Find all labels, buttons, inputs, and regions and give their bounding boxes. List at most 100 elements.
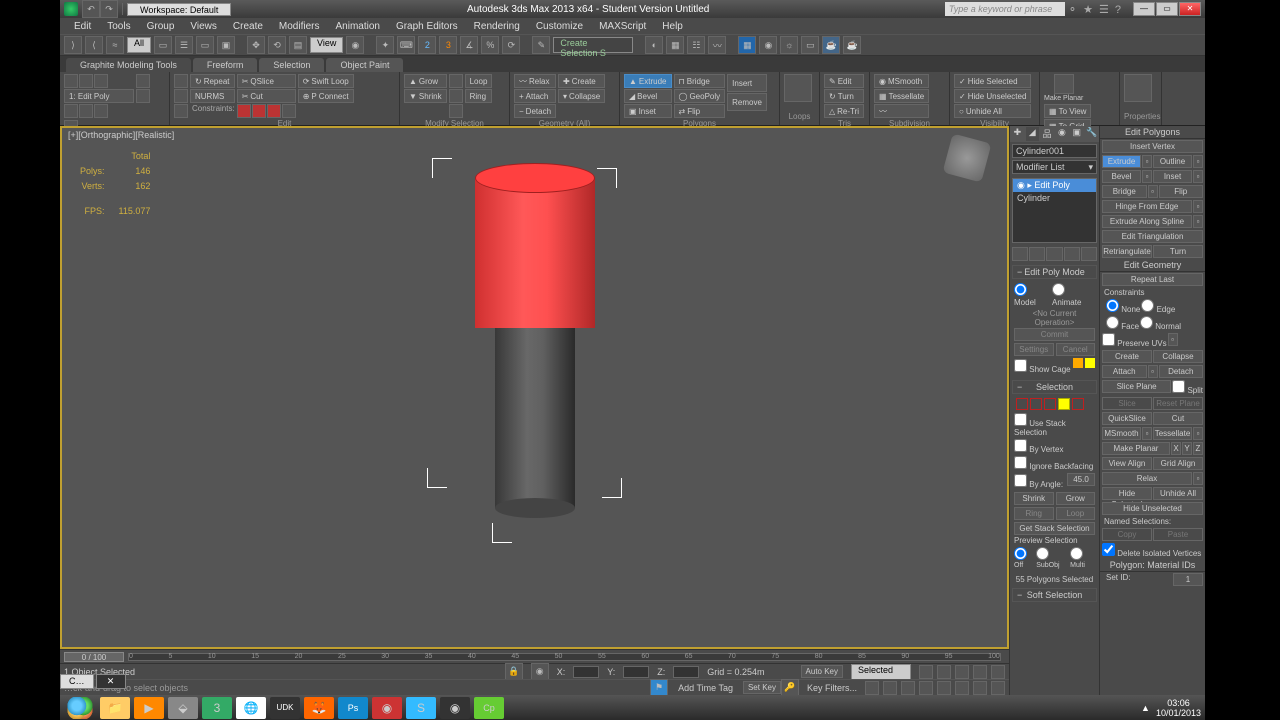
keymode-icon[interactable]: ⌨ (397, 36, 415, 54)
autokey-button[interactable]: Auto Key (801, 665, 843, 678)
cmd-tab-create[interactable]: ✚ (1010, 126, 1025, 142)
rp-bevel-opt[interactable]: ▫ (1142, 170, 1152, 183)
task-explorer[interactable]: 📁 (100, 697, 130, 719)
task-steam[interactable]: ◉ (440, 697, 470, 719)
pin-stack-icon[interactable] (1012, 247, 1028, 261)
preview-icon[interactable] (94, 104, 108, 118)
grow-sel-button[interactable]: Grow (1056, 492, 1096, 505)
cancel-button[interactable]: Cancel (1056, 343, 1096, 356)
rp-retri[interactable]: Retriangulate (1102, 245, 1152, 258)
menu-modifiers[interactable]: Modifiers (271, 21, 328, 32)
layers-icon[interactable]: ☷ (687, 36, 705, 54)
rp-bridge-opt[interactable]: ▫ (1148, 185, 1158, 198)
toview-button[interactable]: ▦To View (1044, 104, 1091, 118)
rp-relax-opt[interactable]: ▫ (1193, 472, 1203, 485)
play-icon[interactable] (955, 665, 969, 679)
bevel-button[interactable]: ◢Bevel (624, 89, 672, 103)
prev-frame-icon[interactable] (937, 665, 951, 679)
rp-bridge[interactable]: Bridge (1102, 185, 1147, 198)
nav-icon5[interactable] (937, 681, 951, 695)
c-edge-radio[interactable] (1141, 299, 1154, 312)
ers-icon[interactable]: ✎ (532, 36, 550, 54)
attach-button[interactable]: +Attach (514, 89, 556, 103)
rollout-softsel[interactable]: Soft Selection (1012, 588, 1097, 602)
rollout-editpolymode[interactable]: Edit Poly Mode (1012, 265, 1097, 279)
rp-msmooth[interactable]: MSmooth (1102, 427, 1141, 440)
msmooth-button[interactable]: ◉MSmooth (874, 74, 929, 88)
rp-slicep[interactable]: Slice Plane (1102, 380, 1171, 393)
pconnect-button[interactable]: ⊕P Connect (298, 89, 354, 103)
start-button[interactable] (64, 697, 96, 719)
spinner-snap-icon[interactable]: ⟳ (502, 36, 520, 54)
tri-turn[interactable]: ↻Turn (824, 89, 864, 103)
collapsed-window-1[interactable]: C… (60, 674, 94, 689)
workspace-dropdown[interactable]: Workspace: Default (127, 3, 231, 16)
manip-icon[interactable]: ✦ (376, 36, 394, 54)
rp-copy[interactable]: Copy (1102, 528, 1152, 541)
viewport-label[interactable]: [+][Orthographic][Realistic] (68, 130, 174, 140)
rp-matids[interactable]: Polygon: Material IDs (1100, 559, 1205, 572)
link-icon[interactable]: ⟩ (64, 36, 82, 54)
shrink-button[interactable]: ▼Shrink (404, 89, 447, 103)
timeline[interactable]: 0 / 100 05101520253035404550556065707580… (60, 649, 1009, 663)
render-prod-icon[interactable]: ☕ (843, 36, 861, 54)
tray-clock[interactable]: 03:06 10/01/2013 (1156, 698, 1201, 718)
material-ed-icon[interactable]: ◉ (759, 36, 777, 54)
named-selset[interactable]: Create Selection S (553, 37, 633, 53)
rp-qslice[interactable]: QuickSlice (1102, 412, 1152, 425)
rp-outline-opt[interactable]: ▫ (1193, 155, 1203, 168)
render-icon[interactable]: ☕ (822, 36, 840, 54)
tab-selection[interactable]: Selection (259, 58, 324, 72)
rp-relax[interactable]: Relax (1102, 472, 1192, 485)
render-frame-icon[interactable]: ▭ (801, 36, 819, 54)
menu-maxscript[interactable]: MAXScript (591, 21, 654, 32)
cmd-tab-hierarchy[interactable]: 品 (1040, 126, 1055, 142)
rotate-icon[interactable]: ⟲ (268, 36, 286, 54)
r-paste-icon[interactable] (174, 89, 188, 103)
menu-help[interactable]: Help (654, 21, 691, 32)
sel-element-icon[interactable] (1072, 398, 1084, 410)
repeat-button[interactable]: ↻Repeat (190, 74, 235, 88)
rp-slice[interactable]: Slice (1102, 397, 1152, 410)
rp-attach-opt[interactable]: ▫ (1148, 365, 1158, 378)
rp-turn[interactable]: Turn (1153, 245, 1203, 258)
rp-x[interactable]: X (1171, 442, 1181, 455)
task-skype[interactable]: S (406, 697, 436, 719)
rp-inset[interactable]: Inset (1153, 170, 1192, 183)
rp-inset-opt[interactable]: ▫ (1193, 170, 1203, 183)
editpoly-mode[interactable]: 1: Edit Poly (64, 89, 134, 103)
insertv-button[interactable]: Insert Vertex (1102, 140, 1203, 153)
extrude-button[interactable]: ▲Extrude (624, 74, 672, 88)
nav-icon2[interactable] (883, 681, 897, 695)
settings-button[interactable]: Settings (1014, 343, 1054, 356)
byangle-check[interactable] (1014, 474, 1027, 487)
tray-icon[interactable]: ▲ (1141, 703, 1150, 713)
grow-button[interactable]: ▲Grow (404, 74, 447, 88)
key-icon[interactable]: 🔑 (781, 679, 799, 697)
snap3-icon[interactable]: 3 (439, 36, 457, 54)
preserve-opt[interactable]: ▫ (1168, 333, 1178, 346)
r-copy-icon[interactable] (174, 74, 188, 88)
bind-icon[interactable]: ≈ (106, 36, 124, 54)
hide-unsel-button[interactable]: ✓Hide Unselected (954, 89, 1031, 103)
cut-button[interactable]: ✂Cut (237, 89, 296, 103)
angle-snap-icon[interactable]: ∡ (460, 36, 478, 54)
object-name-field[interactable]: Cylinder001 (1012, 144, 1097, 158)
rp-bevel[interactable]: Bevel (1102, 170, 1141, 183)
r-icon-1[interactable] (136, 74, 150, 88)
rp-galign[interactable]: Grid Align (1153, 457, 1203, 470)
task-media[interactable]: ▶ (134, 697, 164, 719)
next-frame-icon[interactable] (973, 665, 987, 679)
config-icon[interactable] (1081, 247, 1097, 261)
ring-sel-button[interactable]: Ring (1014, 507, 1054, 520)
viewport[interactable]: [+][Orthographic][Realistic] Total Polys… (60, 126, 1009, 649)
task-photoshop[interactable]: Ps (338, 697, 368, 719)
mode-animate-radio[interactable] (1052, 283, 1065, 296)
sel-poly-icon[interactable] (1058, 398, 1070, 410)
cmd-tab-motion[interactable]: ◉ (1054, 126, 1069, 142)
render-setup-icon[interactable]: ☼ (780, 36, 798, 54)
remove-button[interactable]: Remove (727, 93, 767, 111)
byvertex-check[interactable] (1014, 439, 1027, 452)
tri-retri[interactable]: △Re-Tri (824, 104, 864, 118)
unhide-button[interactable]: ○Unhide All (954, 104, 1031, 118)
